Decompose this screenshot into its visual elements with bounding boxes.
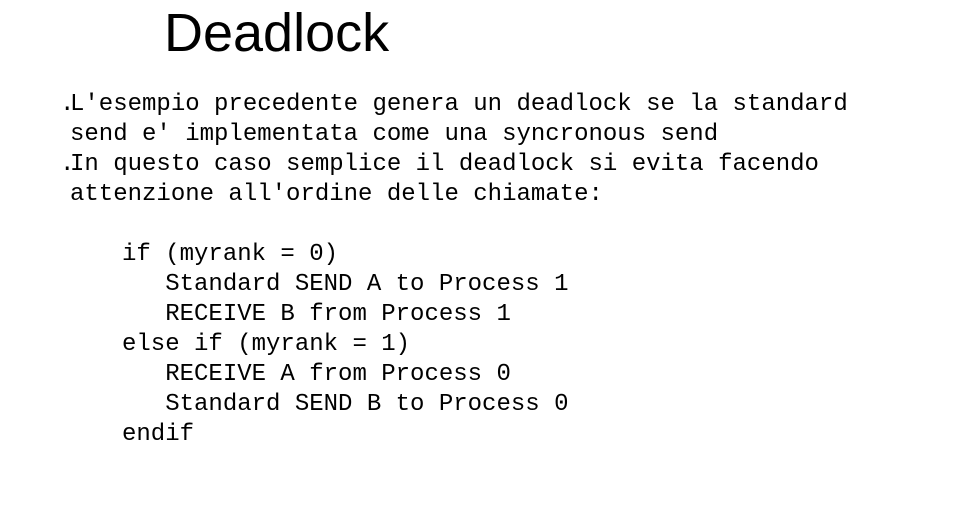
bullet-text: L'esempio precedente genera un deadlock …	[70, 90, 889, 150]
page-title: Deadlock	[60, 0, 889, 64]
slide: Deadlock . L'esempio precedente genera u…	[0, 0, 959, 522]
bullet-text: In questo caso semplice il deadlock si e…	[70, 150, 889, 210]
bullet-marker: .	[60, 150, 70, 180]
bullet-marker: .	[60, 90, 70, 120]
slide-body: . L'esempio precedente genera un deadloc…	[60, 90, 889, 450]
code-block: if (myrank = 0) Standard SEND A to Proce…	[122, 240, 889, 450]
bullet-item: . In questo caso semplice il deadlock si…	[60, 150, 889, 210]
bullet-item: . L'esempio precedente genera un deadloc…	[60, 90, 889, 150]
